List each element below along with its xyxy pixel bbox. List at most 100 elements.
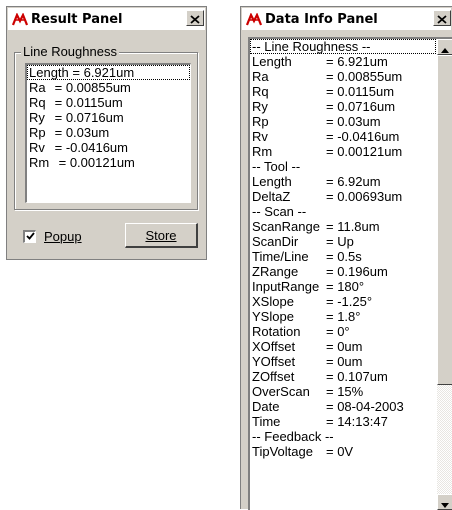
data-info-value: = 0um	[326, 354, 363, 369]
arrow-down-icon	[441, 493, 449, 510]
data-info-label: Time/Line	[252, 249, 326, 264]
data-info-label: YOffset	[252, 354, 326, 369]
result-list-item[interactable]: Ry = 0.0716um	[27, 110, 190, 125]
data-info-row[interactable]: YSlope= 1.8°	[250, 309, 436, 324]
result-list-item[interactable]: Rv = -0.0416um	[27, 140, 190, 155]
data-info-value: = Up	[326, 234, 354, 249]
data-info-row[interactable]: -- Tool --	[250, 159, 436, 174]
popup-checkbox-label[interactable]: Popup	[44, 229, 82, 244]
data-info-value: = 0.00693um	[326, 189, 402, 204]
vertical-scrollbar[interactable]	[437, 39, 452, 510]
data-info-row[interactable]: TipVoltage= 0V	[250, 444, 436, 459]
data-info-label: Rp	[252, 114, 326, 129]
data-info-row[interactable]: Time/Line= 0.5s	[250, 249, 436, 264]
data-info-row[interactable]: Rq= 0.0115um	[250, 84, 436, 99]
result-panel-window: Result Panel Line Roughness Length = 6.9…	[6, 6, 207, 260]
data-info-row[interactable]: Rm= 0.00121um	[250, 144, 436, 159]
result-item-value: = 0.00121um	[59, 155, 135, 170]
data-info-value: = 0°	[326, 324, 350, 339]
result-list-item[interactable]: Length = 6.921um	[27, 65, 190, 80]
data-info-row[interactable]: Length= 6.92um	[250, 174, 436, 189]
close-icon	[437, 9, 447, 28]
data-info-panel-titlebar[interactable]: Data Info Panel	[242, 8, 451, 30]
result-item-value: = 0.0716um	[55, 110, 124, 125]
result-item-label: Length	[29, 65, 69, 80]
data-info-row[interactable]: Length= 6.921um	[250, 54, 436, 69]
data-info-row[interactable]: Rp= 0.03um	[250, 114, 436, 129]
result-panel-close-button[interactable]	[186, 10, 204, 26]
result-list-item[interactable]: Rm = 0.00121um	[27, 155, 190, 170]
data-info-listbox[interactable]: -- Line Roughness --Length= 6.921umRa= 0…	[248, 37, 452, 510]
data-info-row[interactable]: OverScan= 15%	[250, 384, 436, 399]
data-info-row[interactable]: Date= 08-04-2003	[250, 399, 436, 414]
data-info-value: = 0V	[326, 444, 353, 459]
data-info-label: Time	[252, 414, 326, 429]
data-info-label: InputRange	[252, 279, 326, 294]
data-info-value: = 0.196um	[326, 264, 388, 279]
data-info-row[interactable]: Time= 14:13:47	[250, 414, 436, 429]
data-info-row[interactable]: YOffset= 0um	[250, 354, 436, 369]
data-info-label: -- Line Roughness --	[252, 39, 371, 54]
result-item-label: Rm	[29, 155, 55, 170]
data-info-label: TipVoltage	[252, 444, 326, 459]
data-info-row[interactable]: ZRange= 0.196um	[250, 264, 436, 279]
data-info-row[interactable]: XOffset= 0um	[250, 339, 436, 354]
data-info-value: = -1.25°	[326, 294, 372, 309]
data-info-label: Ry	[252, 99, 326, 114]
result-list-item[interactable]: Ra = 0.00855um	[27, 80, 190, 95]
data-info-value: = 0.00855um	[326, 69, 402, 84]
data-info-value: = 0.00121um	[326, 144, 402, 159]
store-button[interactable]: Store	[125, 223, 198, 248]
checkmark-icon	[26, 232, 35, 242]
result-list-item[interactable]: Rq = 0.0115um	[27, 95, 190, 110]
data-info-row[interactable]: DeltaZ= 0.00693um	[250, 189, 436, 204]
data-info-row[interactable]: -- Feedback --	[250, 429, 436, 444]
data-info-row[interactable]: Rotation= 0°	[250, 324, 436, 339]
data-info-value: = 11.8um	[326, 219, 380, 234]
result-panel-titlebar[interactable]: Result Panel	[8, 8, 205, 30]
data-info-label: ZRange	[252, 264, 326, 279]
data-info-row[interactable]: ScanRange= 11.8um	[250, 219, 436, 234]
data-info-label: XSlope	[252, 294, 326, 309]
data-info-row[interactable]: InputRange= 180°	[250, 279, 436, 294]
data-info-value: = 0.03um	[326, 114, 381, 129]
result-listbox[interactable]: Length = 6.921umRa = 0.00855umRq = 0.011…	[25, 63, 191, 203]
scroll-thumb[interactable]	[437, 55, 452, 385]
data-info-label: YSlope	[252, 309, 326, 324]
data-info-row[interactable]: ZOffset= 0.107um	[250, 369, 436, 384]
data-info-label: Rotation	[252, 324, 326, 339]
data-info-label: Rm	[252, 144, 326, 159]
data-info-panel-window: Data Info Panel -- Line Roughness --Leng…	[240, 6, 452, 509]
data-info-label: Length	[252, 54, 326, 69]
data-info-row[interactable]: Rv= -0.0416um	[250, 129, 436, 144]
data-info-row[interactable]: Ry= 0.0716um	[250, 99, 436, 114]
data-info-value: = 0.107um	[326, 369, 388, 384]
data-info-row[interactable]: -- Line Roughness --	[250, 39, 436, 54]
data-info-value: = 0.5s	[326, 249, 362, 264]
result-list-item[interactable]: Rp = 0.03um	[27, 125, 190, 140]
data-info-row[interactable]: -- Scan --	[250, 204, 436, 219]
popup-checkbox[interactable]	[23, 230, 36, 243]
data-info-row[interactable]: Ra= 0.00855um	[250, 69, 436, 84]
data-info-label: -- Feedback --	[252, 429, 334, 444]
data-info-row[interactable]: ScanDir= Up	[250, 234, 436, 249]
data-info-row[interactable]: XSlope= -1.25°	[250, 294, 436, 309]
data-info-label: ScanDir	[252, 234, 326, 249]
line-roughness-group-label: Line Roughness	[21, 44, 119, 60]
result-item-label: Ra	[29, 80, 51, 95]
data-info-label: XOffset	[252, 339, 326, 354]
popup-checkbox-wrap[interactable]: Popup	[23, 229, 82, 244]
data-info-label: Ra	[252, 69, 326, 84]
data-info-label: Length	[252, 174, 326, 189]
result-item-value: = 0.03um	[55, 125, 110, 140]
result-item-value: = 0.0115um	[55, 95, 123, 110]
data-info-label: ScanRange	[252, 219, 326, 234]
app-logo-icon	[246, 12, 262, 26]
result-item-label: Rq	[29, 95, 51, 110]
data-info-value: = 0.0115um	[326, 84, 394, 99]
data-info-label: -- Scan --	[252, 204, 306, 219]
scroll-up-button[interactable]	[437, 39, 452, 55]
data-info-panel-close-button[interactable]	[433, 10, 451, 26]
close-icon	[190, 9, 200, 28]
scroll-down-button[interactable]	[437, 494, 452, 510]
